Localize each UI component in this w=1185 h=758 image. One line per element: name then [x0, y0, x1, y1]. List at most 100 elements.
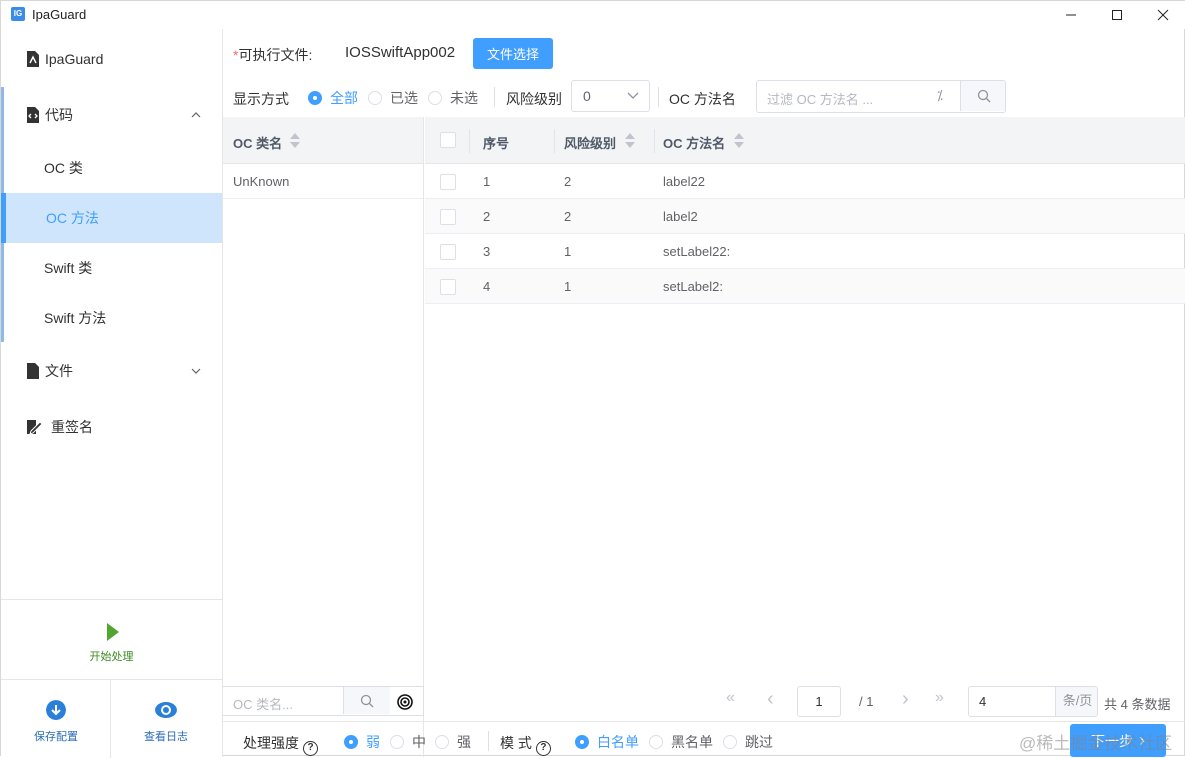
row-checkbox[interactable]: [440, 174, 456, 190]
minimize-icon: [1066, 14, 1076, 16]
method-name-cell: setLabel22:: [663, 244, 731, 259]
method-search-button[interactable]: [960, 81, 1005, 111]
radio-dot: [390, 735, 404, 749]
column-separator: [554, 129, 555, 153]
app-window: IG IpaGuard IpaGuard 代码 OC 类 OC 方法 Swift…: [0, 0, 1185, 758]
display-mode-label: 显示方式: [233, 91, 289, 107]
chevron-down-icon: [627, 92, 639, 99]
index-cell: 1: [483, 174, 491, 189]
strength-medium-radio[interactable]: 中: [390, 732, 426, 752]
class-search-button[interactable]: [343, 687, 390, 714]
next-page-button[interactable]: ›: [902, 688, 909, 711]
clear-icon[interactable]: ⁒: [937, 88, 943, 104]
radio-dot: [428, 91, 442, 105]
page-size-input[interactable]: 4 条/页: [968, 686, 1098, 717]
risk-cell: 1: [564, 279, 572, 294]
mode-blacklist-radio[interactable]: 黑名单: [649, 732, 713, 752]
sidebar-item-label: OC 类: [44, 160, 83, 176]
watermark: @稀土掘金技术社区: [1019, 734, 1173, 753]
table-row[interactable]: 3 1 setLabel22:: [425, 234, 1185, 269]
strength-weak-radio[interactable]: 弱: [344, 732, 380, 752]
sidebar-item-swift-class[interactable]: Swift 类: [1, 243, 222, 293]
method-table-header: [425, 117, 1185, 164]
help-icon[interactable]: ?: [303, 741, 318, 756]
sort-icon[interactable]: [734, 133, 744, 149]
save-config-label: 保存配置: [34, 731, 78, 743]
main-panel: *可执行文件: IOSSwiftApp002 文件选择 显示方式 全部 已选 未…: [223, 29, 1185, 757]
maximize-icon: [1112, 10, 1122, 20]
radio-label: 跳过: [745, 734, 773, 750]
method-filter-placeholder: 过滤 OC 方法名 ...: [767, 92, 874, 107]
row-checkbox[interactable]: [440, 244, 456, 260]
risk-level-select[interactable]: 0: [571, 80, 650, 112]
divider: [658, 87, 659, 107]
display-unselected-radio[interactable]: 未选: [428, 88, 478, 108]
table-row[interactable]: 2 2 label2: [425, 199, 1185, 234]
class-name-header: OC 类名: [233, 136, 283, 151]
title-bar: IG IpaGuard: [1, 1, 1185, 29]
sidebar: IpaGuard 代码 OC 类 OC 方法 Swift 类 Swift 方法: [1, 29, 223, 758]
radio-dot: [435, 735, 449, 749]
sidebar-item-oc-method[interactable]: OC 方法: [1, 193, 222, 243]
sidebar-item-code[interactable]: 代码: [1, 90, 222, 140]
radio-dot: [368, 91, 382, 105]
radio-dot: [308, 91, 322, 105]
table-row[interactable]: 1 2 label22: [425, 164, 1185, 199]
choose-file-button[interactable]: 文件选择: [473, 38, 553, 69]
mode-skip-radio[interactable]: 跳过: [723, 732, 773, 752]
app-logo-icon: IG: [11, 7, 25, 21]
sidebar-item-ipaguard[interactable]: IpaGuard: [1, 34, 222, 84]
sort-icon[interactable]: [625, 133, 635, 149]
last-page-button[interactable]: »: [935, 689, 944, 707]
radio-label: 黑名单: [671, 734, 713, 750]
sidebar-item-resign[interactable]: 重签名: [1, 402, 222, 452]
view-log-label: 查看日志: [144, 731, 188, 743]
row-checkbox[interactable]: [440, 279, 456, 295]
sidebar-item-oc-class[interactable]: OC 类: [1, 143, 222, 193]
prev-page-button[interactable]: ‹: [767, 688, 774, 711]
table-row[interactable]: 4 1 setLabel2:: [425, 269, 1185, 304]
radio-label: 强: [457, 734, 471, 750]
radio-label: 弱: [366, 734, 380, 750]
index-cell: 2: [483, 209, 491, 224]
chevron-up-icon: [191, 112, 201, 118]
first-page-button[interactable]: «: [726, 689, 735, 707]
strength-strong-radio[interactable]: 强: [435, 732, 471, 752]
view-log-button[interactable]: 查看日志: [111, 680, 221, 758]
table-row[interactable]: UnKnown: [223, 164, 423, 199]
display-selected-radio[interactable]: 已选: [368, 88, 418, 108]
radio-label: 中: [412, 734, 426, 750]
class-name-cell: UnKnown: [233, 174, 290, 189]
maximize-button[interactable]: [1094, 1, 1140, 29]
sidebar-item-label: 代码: [45, 107, 73, 123]
class-table: OC 类名 UnKnown OC 类名...: [223, 117, 424, 757]
sidebar-item-label: OC 方法: [46, 210, 99, 226]
mode-whitelist-radio[interactable]: 白名单: [575, 732, 639, 752]
sidebar-item-swift-method[interactable]: Swift 方法: [1, 293, 222, 343]
sidebar-item-label: Swift 方法: [44, 310, 107, 326]
select-all-checkbox[interactable]: [440, 132, 456, 148]
method-filter-input[interactable]: 过滤 OC 方法名 ... ⁒: [756, 80, 1006, 113]
file-icon: [27, 363, 39, 379]
code-file-icon: [27, 107, 39, 123]
class-filter-input[interactable]: OC 类名...: [223, 686, 424, 716]
radio-dot: [649, 735, 663, 749]
sidebar-item-files[interactable]: 文件: [1, 346, 222, 396]
start-process-button[interactable]: 开始处理: [1, 599, 222, 679]
display-all-radio[interactable]: 全部: [308, 88, 358, 108]
risk-header: 风险级别: [564, 136, 617, 151]
page-number-input[interactable]: 1: [797, 686, 841, 717]
close-button[interactable]: [1140, 1, 1185, 29]
sort-icon[interactable]: [290, 133, 300, 149]
target-icon[interactable]: [397, 694, 413, 710]
risk-cell: 1: [564, 244, 572, 259]
document-icon: [27, 51, 39, 67]
page-size-value: 4: [979, 694, 987, 709]
index-cell: 3: [483, 244, 491, 259]
window-title: IpaGuard: [32, 7, 87, 22]
row-checkbox[interactable]: [440, 209, 456, 225]
help-icon[interactable]: ?: [535, 741, 551, 756]
minimize-button[interactable]: [1048, 1, 1094, 29]
save-config-button[interactable]: 保存配置: [1, 680, 111, 758]
method-name-label: OC 方法名: [669, 91, 736, 107]
